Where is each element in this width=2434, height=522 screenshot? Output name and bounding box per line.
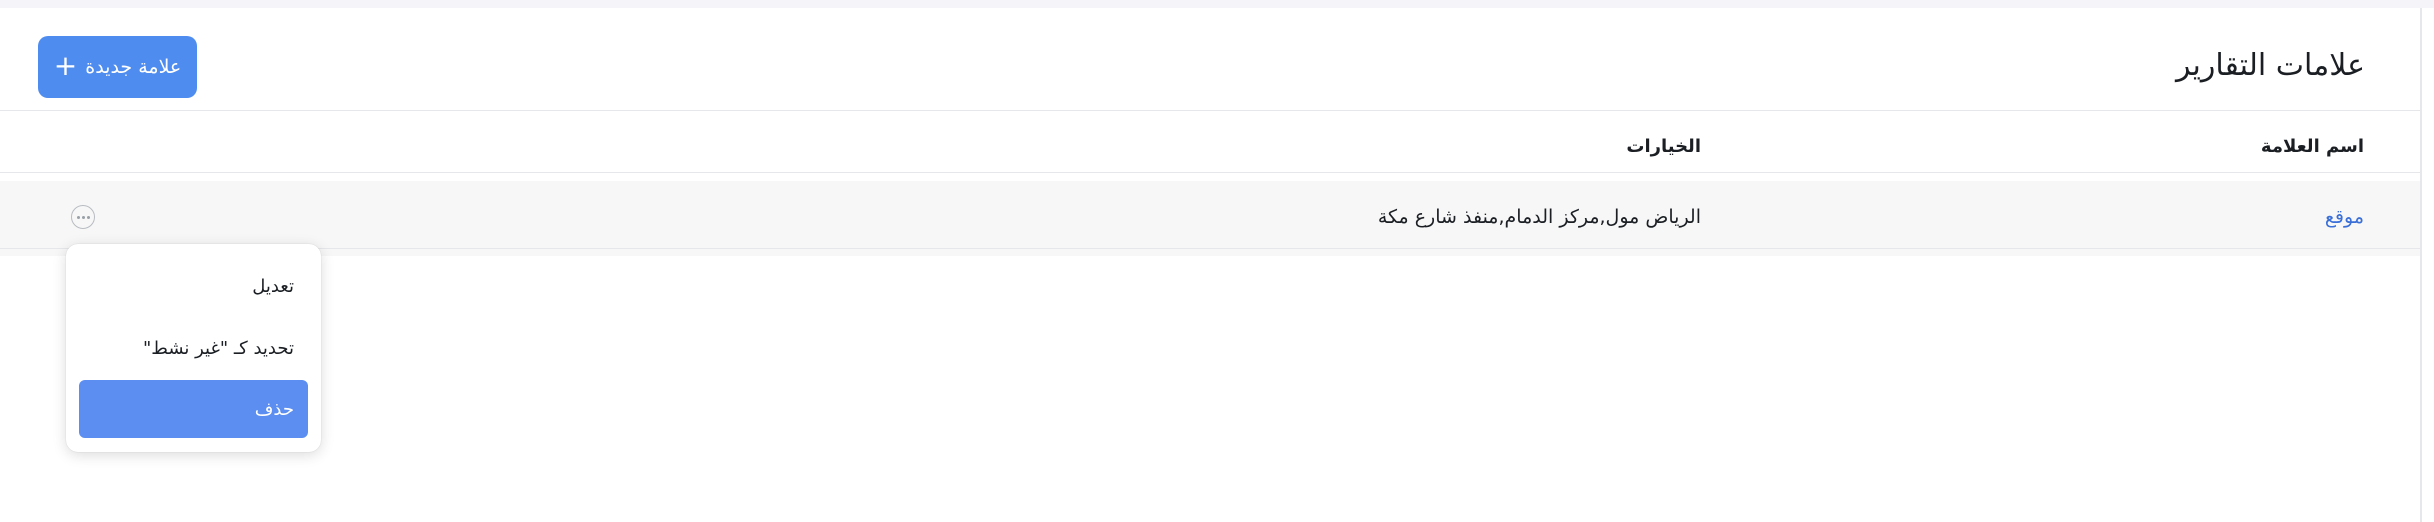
divider (0, 248, 2420, 249)
row-actions-menu: تعديل تحديد كـ "غير نشط" حذف (66, 244, 321, 452)
delete-menu-item[interactable]: حذف (79, 380, 308, 438)
plus-icon: + (53, 48, 78, 82)
column-header-options: الخيارات (1626, 136, 1701, 157)
more-options-icon[interactable] (71, 205, 95, 229)
page-title: علامات التقارير (2175, 48, 2365, 83)
tag-name-link[interactable]: موقع (2325, 206, 2364, 228)
divider (0, 172, 2420, 173)
panel-edge (2420, 8, 2422, 522)
top-strip (0, 0, 2434, 8)
new-tag-button[interactable]: علامة جديدة + (38, 36, 197, 98)
column-header-name: اسم العلامة (2260, 136, 2364, 157)
new-tag-label: علامة جديدة (85, 56, 182, 78)
edit-menu-item[interactable]: تعديل (79, 257, 308, 315)
mark-inactive-menu-item[interactable]: تحديد كـ "غير نشط" (79, 319, 308, 377)
tags-panel: علامات التقارير علامة جديدة + اسم العلام… (0, 8, 2420, 522)
tag-options-text: الرياض مول,مركز الدمام,منفذ شارع مكة (1377, 206, 1701, 228)
table-row: موقع الرياض مول,مركز الدمام,منفذ شارع مك… (0, 181, 2420, 256)
divider (0, 110, 2420, 111)
